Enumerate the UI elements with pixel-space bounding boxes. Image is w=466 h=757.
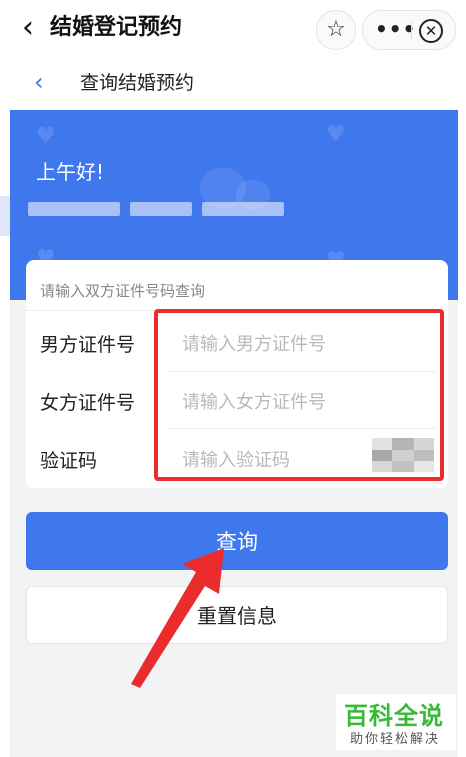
- pointer-arrow-icon: [131, 548, 224, 688]
- watermark-logo: 百科全说 助你轻松解决: [336, 694, 456, 750]
- watermark-subtitle: 助你轻松解决: [350, 732, 441, 747]
- watermark-title: 百科全说: [344, 702, 444, 730]
